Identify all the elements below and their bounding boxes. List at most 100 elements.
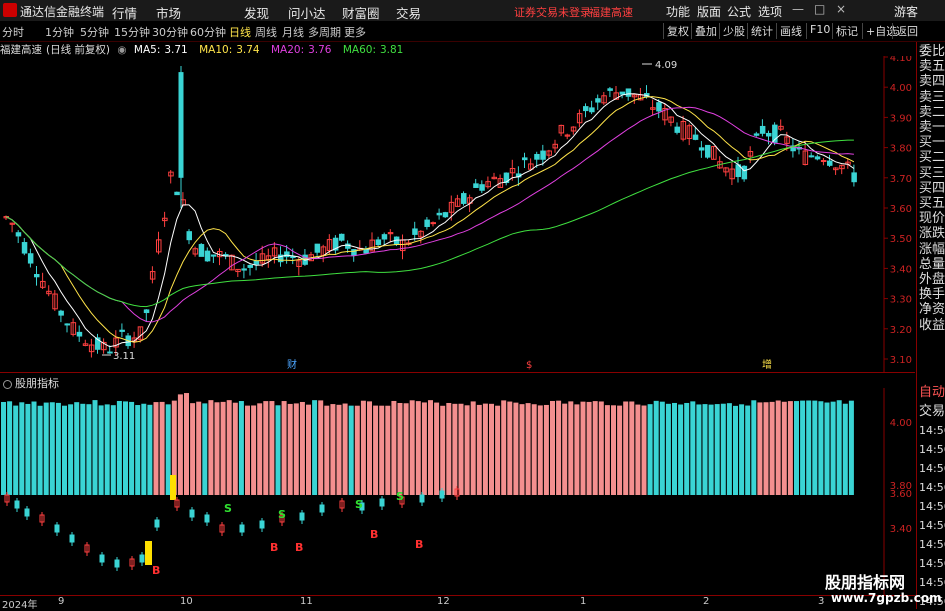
period-weekly[interactable]: 周线 bbox=[255, 24, 277, 40]
menu-formula[interactable]: 公式 bbox=[727, 3, 751, 20]
period-15min[interactable]: 15分钟 bbox=[114, 24, 150, 40]
side-trade-entry: 交易 bbox=[919, 404, 945, 419]
app-logo-icon bbox=[3, 3, 17, 17]
candle-down bbox=[534, 153, 540, 160]
indicator-bar bbox=[531, 404, 537, 495]
period-multi[interactable]: 多周期 bbox=[308, 24, 341, 40]
indicator-bar bbox=[403, 403, 409, 495]
indicator-bar bbox=[37, 405, 43, 495]
indicator-bar bbox=[562, 403, 568, 495]
indicator-bar bbox=[287, 403, 293, 495]
period-1min[interactable]: 1分钟 bbox=[45, 24, 74, 40]
indicator-bar bbox=[519, 404, 525, 495]
login-alert[interactable]: 证券交易未登录 bbox=[514, 4, 591, 20]
candle-down bbox=[34, 274, 40, 278]
f10-button[interactable]: F10 bbox=[806, 23, 830, 39]
indicator-bar bbox=[318, 400, 324, 495]
price-tick-label: 3.20 bbox=[890, 325, 912, 336]
menu-ask[interactable]: 问小达 bbox=[288, 3, 326, 22]
candle-down bbox=[625, 88, 632, 97]
fewer-stocks-button[interactable]: 少股 bbox=[719, 23, 745, 39]
indicator-bar bbox=[568, 401, 574, 495]
stats-button[interactable]: 统计 bbox=[747, 23, 773, 39]
indicator-bar bbox=[543, 404, 549, 495]
indicator-bar bbox=[482, 403, 488, 495]
mark-button[interactable]: 标记 bbox=[832, 23, 858, 39]
indicator-bar bbox=[641, 405, 647, 495]
side-field-label: 收益 bbox=[919, 317, 945, 333]
chart-mode: (日线 前复权) bbox=[46, 44, 111, 56]
ma60-line bbox=[5, 139, 854, 308]
indicator-bar bbox=[714, 404, 720, 495]
indicator-bar bbox=[104, 404, 110, 495]
indicator-bar bbox=[208, 400, 214, 495]
indicator-bar bbox=[733, 405, 738, 495]
indicator-bar bbox=[757, 402, 763, 495]
indicator-bar bbox=[43, 402, 49, 495]
side-trade-entry: 14:56 bbox=[919, 443, 945, 456]
ma20-legend: MA20: 3.76 bbox=[270, 44, 332, 56]
indicator-bar bbox=[269, 401, 275, 495]
watermark-title: 股朋指标网 bbox=[825, 573, 906, 592]
period-toolbar: 分时 1分钟 5分钟 15分钟 30分钟 60分钟 日线 周线 月线 多周期 更… bbox=[0, 21, 945, 42]
settings-dot-icon[interactable]: ◉ bbox=[117, 44, 126, 56]
menu-wealth-circle[interactable]: 财富圈 bbox=[342, 3, 380, 22]
period-5min[interactable]: 5分钟 bbox=[80, 24, 109, 40]
price-tick-label: 3.50 bbox=[890, 234, 912, 245]
candle-spike bbox=[178, 72, 184, 178]
guest-label[interactable]: 游客 bbox=[894, 3, 918, 20]
period-daily[interactable]: 日线 bbox=[229, 24, 251, 40]
maximize-icon[interactable]: □ bbox=[814, 2, 825, 16]
candle-down bbox=[674, 126, 680, 133]
candle-down bbox=[705, 144, 711, 158]
candle-down bbox=[473, 183, 479, 188]
candle-down bbox=[198, 244, 205, 257]
candlestick-chart[interactable]: 4.10 4.00 3.90 3.80 3.70 3.60 3.50 3.40 3.30 3.20… bbox=[0, 56, 915, 372]
indicator-bar bbox=[80, 403, 86, 495]
indicator-bar bbox=[299, 401, 305, 495]
indicator-bar bbox=[312, 400, 318, 495]
candle-up bbox=[820, 160, 827, 163]
side-trade-entry: 14:56 bbox=[919, 481, 945, 494]
mini-candle bbox=[139, 554, 145, 563]
draw-button[interactable]: 画线 bbox=[776, 23, 802, 39]
period-monthly[interactable]: 月线 bbox=[282, 24, 304, 40]
period-30min[interactable]: 30分钟 bbox=[152, 24, 188, 40]
event-marker: 增 bbox=[762, 358, 772, 371]
close-icon[interactable]: × bbox=[836, 2, 846, 16]
indicator-bar bbox=[739, 404, 745, 495]
menu-options[interactable]: 选项 bbox=[758, 3, 782, 20]
indicator-bar bbox=[110, 405, 116, 495]
candle-down bbox=[753, 133, 760, 136]
menu-trade[interactable]: 交易 bbox=[396, 3, 421, 22]
price-tick-label: 3.30 bbox=[890, 295, 912, 306]
side-field-label: 换手 bbox=[919, 287, 945, 303]
period-intraday[interactable]: 分时 bbox=[2, 24, 24, 40]
stock-name: 福建高速 bbox=[0, 44, 42, 56]
high-price-marker: 4.09 bbox=[655, 60, 677, 71]
indicator-bar bbox=[428, 400, 433, 495]
menu-market[interactable]: 市场 bbox=[156, 3, 181, 22]
minimize-icon[interactable]: — bbox=[792, 2, 804, 16]
overlay-button[interactable]: 叠加 bbox=[691, 23, 717, 39]
indicator-bar bbox=[708, 404, 714, 495]
adjust-button[interactable]: 复权 bbox=[663, 23, 689, 39]
mini-candle bbox=[54, 524, 60, 533]
indicator-chart[interactable]: 4.003.803.603.40BB BBBS SSS bbox=[0, 388, 915, 595]
price-tick-label: 3.40 bbox=[890, 264, 912, 275]
back-button[interactable]: 返回 bbox=[892, 23, 918, 39]
menu-function[interactable]: 功能 bbox=[666, 3, 690, 20]
mini-candle bbox=[259, 520, 265, 529]
menu-quotes[interactable]: 行情 bbox=[112, 3, 137, 22]
period-more[interactable]: 更多 bbox=[344, 24, 366, 40]
menu-discover[interactable]: 发现 bbox=[244, 3, 269, 22]
period-60min[interactable]: 60分钟 bbox=[190, 24, 226, 40]
indicator-bar bbox=[202, 403, 208, 495]
menu-layout[interactable]: 版面 bbox=[697, 3, 721, 20]
ma60-legend: MA60: 3.81 bbox=[342, 44, 404, 56]
stock-alert[interactable]: 福建高速 bbox=[589, 4, 633, 20]
mini-candle bbox=[239, 524, 245, 533]
indicator-bar bbox=[763, 402, 769, 495]
indicator-bar bbox=[696, 404, 702, 495]
indicator-bar bbox=[647, 404, 653, 495]
